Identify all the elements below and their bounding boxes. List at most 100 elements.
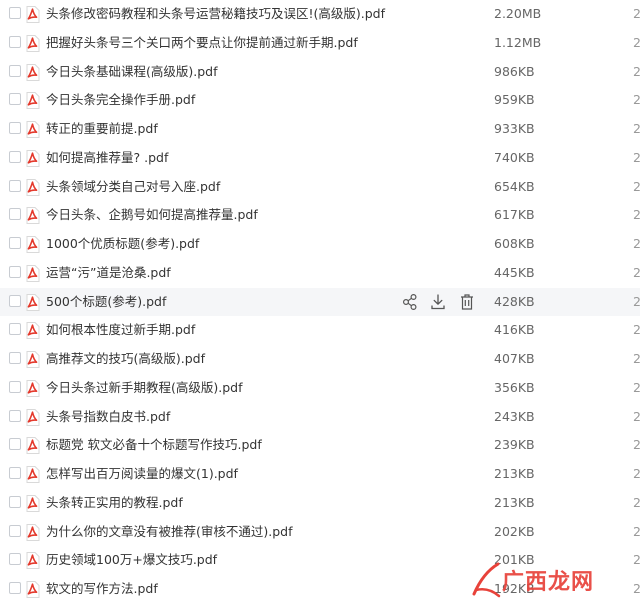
file-name[interactable]: 历史领域100万+爆文技巧.pdf [46,552,217,568]
file-name[interactable]: 1000个优质标题(参考).pdf [46,236,199,252]
file-row[interactable]: 运营“污”道是沧桑.pdf 445KB 2 [0,259,640,288]
file-checkbox[interactable] [9,237,21,249]
file-checkbox[interactable] [9,122,21,134]
file-row[interactable]: 今日头条基础课程(高级版).pdf 986KB 2 [0,58,640,87]
file-size: 243KB [494,408,535,424]
file-row[interactable]: 转正的重要前提.pdf 933KB 2 [0,115,640,144]
file-date: 2 [633,494,640,510]
pdf-file-icon [25,552,40,570]
file-name[interactable]: 今日头条完全操作手册.pdf [46,92,195,108]
file-row[interactable]: 为什么你的文章没有被推荐(审核不通过).pdf 202KB 2 [0,518,640,547]
file-checkbox[interactable] [9,467,21,479]
file-name[interactable]: 头条号指数白皮书.pdf [46,409,170,425]
file-date: 2 [633,264,640,280]
file-date: 2 [633,351,640,366]
file-row[interactable]: 今日头条完全操作手册.pdf 959KB 2 [0,86,640,115]
file-checkbox[interactable] [9,553,21,566]
file-row[interactable]: 今日头条过新手期教程(高级版).pdf 356KB 2 [0,374,640,403]
file-checkbox[interactable] [9,524,21,537]
file-checkbox[interactable] [9,323,21,336]
watermark-text: 广西龙网 [502,570,595,595]
file-checkbox[interactable] [9,150,21,163]
file-date: 2 [633,6,640,21]
file-size: 213KB [494,494,535,510]
file-row[interactable]: 500个标题(参考).pdf 428KB 2 [0,287,640,317]
file-date: 2 [633,322,640,338]
file-row[interactable]: 今日头条、企鹅号如何提高推荐量.pdf 617KB 2 [0,201,640,230]
pdf-file-icon [25,264,40,282]
pdf-file-icon [25,121,40,138]
pdf-file-icon [25,207,40,225]
file-name[interactable]: 为什么你的文章没有被推荐(审核不通过).pdf [46,524,293,540]
file-checkbox[interactable] [9,64,21,77]
file-size: 1.12MB [494,34,542,50]
file-name[interactable]: 高推荐文的技巧(高级版).pdf [46,351,205,367]
file-checkbox[interactable] [9,265,21,278]
file-name[interactable]: 运营“污”道是沧桑.pdf [46,265,171,281]
file-checkbox[interactable] [9,7,21,19]
file-checkbox[interactable] [9,208,21,221]
file-row[interactable]: 如何提高推荐量? .pdf 740KB 2 [0,144,640,173]
file-size: 617KB [494,207,535,223]
file-name[interactable]: 今日头条、企鹅号如何提高推荐量.pdf [46,207,258,223]
pdf-file-icon [25,236,40,253]
watermark-logo: 广西龙网 [468,560,640,604]
file-checkbox[interactable] [9,35,21,48]
file-name[interactable]: 如何提高推荐量? .pdf [46,150,168,166]
file-row[interactable]: 头条领域分类自己对号入座.pdf 654KB 2 [0,173,640,202]
file-name[interactable]: 标题党 软文必备十个标题写作技巧.pdf [46,437,262,453]
file-checkbox[interactable] [9,409,21,422]
file-date: 2 [633,149,640,165]
file-row[interactable]: 头条转正实用的教程.pdf 213KB 2 [0,489,640,518]
share-button[interactable] [402,293,418,311]
file-row[interactable]: 标题党 软文必备十个标题写作技巧.pdf 239KB 2 [0,431,640,460]
file-size: 416KB [494,322,535,338]
file-name[interactable]: 把握好头条号三个关口两个要点让你提前通过新手期.pdf [46,35,358,51]
pdf-file-icon [25,379,40,397]
delete-button[interactable] [459,293,475,311]
file-name[interactable]: 如何根本性度过新手期.pdf [46,322,195,338]
file-date: 2 [633,437,640,453]
pdf-file-icon [25,322,40,340]
file-size: 986KB [494,63,535,79]
pdf-file-icon [25,149,40,167]
file-checkbox[interactable] [9,438,21,451]
file-date: 2 [633,178,640,194]
pdf-file-icon [25,581,40,598]
file-name[interactable]: 今日头条基础课程(高级版).pdf [46,64,218,80]
file-date: 2 [633,379,640,395]
file-name[interactable]: 怎样写出百万阅读量的爆文(1).pdf [46,466,238,482]
pdf-file-icon [25,6,40,23]
file-checkbox[interactable] [9,582,21,594]
file-checkbox[interactable] [9,179,21,192]
download-button[interactable] [430,293,446,311]
pdf-file-icon [25,34,40,52]
file-row[interactable]: 把握好头条号三个关口两个要点让你提前通过新手期.pdf 1.12MB 2 [0,29,640,58]
file-size: 356KB [494,379,535,395]
pdf-file-icon [25,494,40,512]
file-size: 407KB [494,351,535,366]
file-row[interactable]: 如何根本性度过新手期.pdf 416KB 2 [0,316,640,345]
file-size: 2.20MB [494,6,542,21]
file-name[interactable]: 转正的重要前提.pdf [46,121,158,137]
file-size: 445KB [494,264,535,280]
file-name[interactable]: 头条修改密码教程和头条号运营秘籍技巧及误区!(高级版).pdf [46,6,385,22]
file-name[interactable]: 软文的写作方法.pdf [46,581,158,597]
file-checkbox[interactable] [9,380,21,393]
file-checkbox[interactable] [9,495,21,508]
file-checkbox[interactable] [9,294,21,307]
file-row[interactable]: 头条号指数白皮书.pdf 243KB 2 [0,403,640,432]
file-size: 933KB [494,121,535,136]
file-list: 头条修改密码教程和头条号运营秘籍技巧及误区!(高级版).pdf 2.20MB 2 把… [0,0,640,604]
file-name[interactable]: 500个标题(参考).pdf [46,294,166,310]
pdf-file-icon [25,293,40,311]
file-checkbox[interactable] [9,93,21,106]
file-name[interactable]: 今日头条过新手期教程(高级版).pdf [46,380,243,396]
file-name[interactable]: 头条领域分类自己对号入座.pdf [46,179,220,195]
file-checkbox[interactable] [9,352,21,364]
file-name[interactable]: 头条转正实用的教程.pdf [46,495,183,511]
file-row[interactable]: 高推荐文的技巧(高级版).pdf 407KB 2 [0,345,640,374]
file-row[interactable]: 1000个优质标题(参考).pdf 608KB 2 [0,230,640,259]
file-row[interactable]: 头条修改密码教程和头条号运营秘籍技巧及误区!(高级版).pdf 2.20MB 2 [0,0,640,29]
file-row[interactable]: 怎样写出百万阅读量的爆文(1).pdf 213KB 2 [0,460,640,489]
